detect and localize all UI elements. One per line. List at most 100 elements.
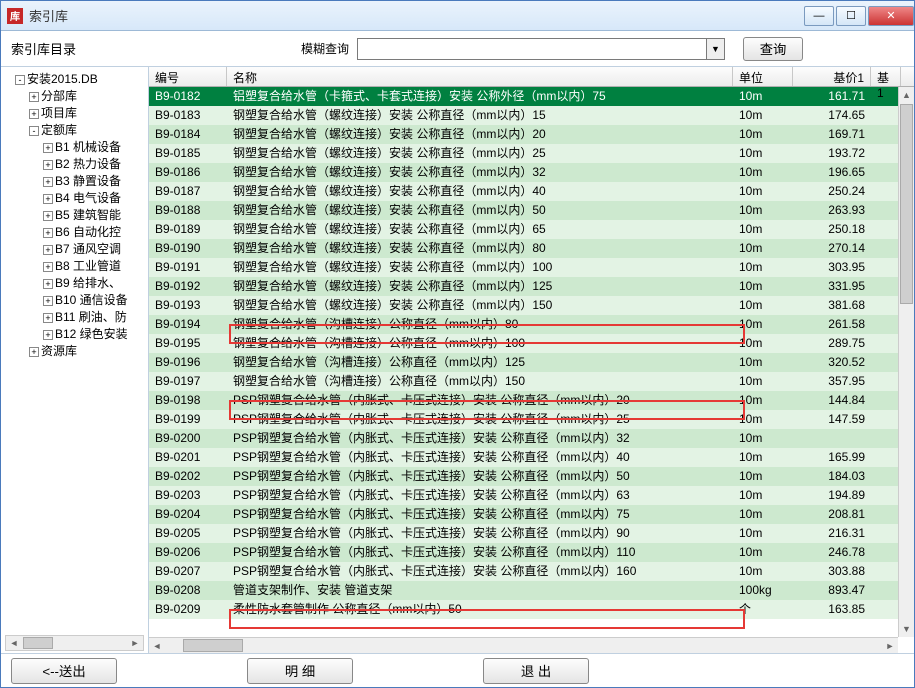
tree-node[interactable]: +B9 给排水、 bbox=[43, 275, 148, 292]
expand-icon[interactable]: + bbox=[43, 330, 53, 340]
table-row[interactable]: B9-0191钢塑复合给水管（螺纹连接）安装 公称直径（mm以内）10010m3… bbox=[149, 258, 914, 277]
cell-name: 钢塑复合给水管（沟槽连接）公称直径（mm以内）80 bbox=[227, 315, 733, 334]
tree-node[interactable]: +B11 刷油、防 bbox=[43, 309, 148, 326]
tree-node[interactable]: +资源库 bbox=[29, 343, 148, 360]
tree-node[interactable]: +B4 电气设备 bbox=[43, 190, 148, 207]
search-label: 模糊查询 bbox=[301, 40, 349, 57]
table-row[interactable]: B9-0186钢塑复合给水管（螺纹连接）安装 公称直径（mm以内）3210m19… bbox=[149, 163, 914, 182]
table-row[interactable]: B9-0183钢塑复合给水管（螺纹连接）安装 公称直径（mm以内）1510m17… bbox=[149, 106, 914, 125]
send-button[interactable]: <--送出 bbox=[11, 658, 117, 684]
scroll-left-icon[interactable]: ◄ bbox=[6, 636, 22, 650]
tree-node[interactable]: +分部库 bbox=[29, 88, 148, 105]
tree-node[interactable]: +B3 静置设备 bbox=[43, 173, 148, 190]
maximize-button[interactable]: ☐ bbox=[836, 6, 866, 26]
expand-icon[interactable]: + bbox=[43, 245, 53, 255]
search-dropdown-icon[interactable]: ▼ bbox=[707, 38, 725, 60]
table-row[interactable]: B9-0208管道支架制作、安装 管道支架100kg893.47 bbox=[149, 581, 914, 600]
cell-price: 196.65 bbox=[793, 163, 871, 182]
header-unit[interactable]: 单位 bbox=[733, 67, 793, 86]
cell-unit: 10m bbox=[733, 239, 793, 258]
table-row[interactable]: B9-0200PSP钢塑复合给水管（内胀式、卡压式连接）安装 公称直径（mm以内… bbox=[149, 429, 914, 448]
tree-root[interactable]: -安装2015.DB +分部库+项目库-定额库+B1 机械设备+B2 热力设备+… bbox=[15, 71, 148, 360]
expand-icon[interactable]: + bbox=[43, 177, 53, 187]
scroll-right-icon[interactable]: ► bbox=[882, 638, 898, 653]
table-row[interactable]: B9-0203PSP钢塑复合给水管（内胀式、卡压式连接）安装 公称直径（mm以内… bbox=[149, 486, 914, 505]
cell-last bbox=[871, 524, 901, 543]
cell-name: PSP钢塑复合给水管（内胀式、卡压式连接）安装 公称直径（mm以内）110 bbox=[227, 543, 733, 562]
grid-vscrollbar[interactable]: ▲ ▼ bbox=[898, 87, 914, 637]
minimize-button[interactable]: — bbox=[804, 6, 834, 26]
table-row[interactable]: B9-0189钢塑复合给水管（螺纹连接）安装 公称直径（mm以内）6510m25… bbox=[149, 220, 914, 239]
table-row[interactable]: B9-0190钢塑复合给水管（螺纹连接）安装 公称直径（mm以内）8010m27… bbox=[149, 239, 914, 258]
search-input[interactable] bbox=[357, 38, 707, 60]
table-row[interactable]: B9-0204PSP钢塑复合给水管（内胀式、卡压式连接）安装 公称直径（mm以内… bbox=[149, 505, 914, 524]
cell-price: 893.47 bbox=[793, 581, 871, 600]
expand-icon[interactable]: + bbox=[43, 160, 53, 170]
tree-node[interactable]: +B8 工业管道 bbox=[43, 258, 148, 275]
table-row[interactable]: B9-0202PSP钢塑复合给水管（内胀式、卡压式连接）安装 公称直径（mm以内… bbox=[149, 467, 914, 486]
table-row[interactable]: B9-0187钢塑复合给水管（螺纹连接）安装 公称直径（mm以内）4010m25… bbox=[149, 182, 914, 201]
tree-node[interactable]: +B2 热力设备 bbox=[43, 156, 148, 173]
table-row[interactable]: B9-0182铝塑复合给水管（卡箍式、卡套式连接）安装 公称外径（mm以内）75… bbox=[149, 87, 914, 106]
expand-icon[interactable]: + bbox=[29, 92, 39, 102]
grid-hscrollbar[interactable]: ◄ ► bbox=[149, 637, 898, 653]
cell-id: B9-0183 bbox=[149, 106, 227, 125]
expand-icon[interactable]: + bbox=[29, 347, 39, 357]
exit-button[interactable]: 退 出 bbox=[483, 658, 589, 684]
expand-icon[interactable]: + bbox=[43, 143, 53, 153]
table-row[interactable]: B9-0193钢塑复合给水管（螺纹连接）安装 公称直径（mm以内）15010m3… bbox=[149, 296, 914, 315]
expand-icon[interactable]: + bbox=[29, 109, 39, 119]
tree-node[interactable]: +B10 通信设备 bbox=[43, 292, 148, 309]
scroll-up-icon[interactable]: ▲ bbox=[899, 87, 914, 103]
tree-node[interactable]: +B1 机械设备 bbox=[43, 139, 148, 156]
header-last[interactable]: 基1 bbox=[871, 67, 901, 86]
table-row[interactable]: B9-0199PSP钢塑复合给水管（内胀式、卡压式连接）安装 公称直径（mm以内… bbox=[149, 410, 914, 429]
expand-icon[interactable]: + bbox=[43, 262, 53, 272]
tree-hscrollbar[interactable]: ◄ ► bbox=[5, 635, 144, 651]
expand-icon[interactable]: - bbox=[29, 126, 39, 136]
scroll-down-icon[interactable]: ▼ bbox=[899, 621, 914, 637]
tree-node[interactable]: +B5 建筑智能 bbox=[43, 207, 148, 224]
tree-node[interactable]: +项目库 bbox=[29, 105, 148, 122]
cell-price: 303.95 bbox=[793, 258, 871, 277]
table-row[interactable]: B9-0197钢塑复合给水管（沟槽连接）公称直径（mm以内）15010m357.… bbox=[149, 372, 914, 391]
cell-unit: 10m bbox=[733, 125, 793, 144]
table-row[interactable]: B9-0209柔性防水套管制作 公称直径（mm以内）50个163.85 bbox=[149, 600, 914, 619]
header-id[interactable]: 编号 bbox=[149, 67, 227, 86]
expand-icon[interactable]: + bbox=[43, 194, 53, 204]
expand-icon[interactable]: + bbox=[43, 228, 53, 238]
table-row[interactable]: B9-0201PSP钢塑复合给水管（内胀式、卡压式连接）安装 公称直径（mm以内… bbox=[149, 448, 914, 467]
table-row[interactable]: B9-0196钢塑复合给水管（沟槽连接）公称直径（mm以内）12510m320.… bbox=[149, 353, 914, 372]
table-row[interactable]: B9-0206PSP钢塑复合给水管（内胀式、卡压式连接）安装 公称直径（mm以内… bbox=[149, 543, 914, 562]
close-button[interactable]: ✕ bbox=[868, 6, 914, 26]
tree-node[interactable]: +B12 绿色安装 bbox=[43, 326, 148, 343]
table-row[interactable]: B9-0192钢塑复合给水管（螺纹连接）安装 公称直径（mm以内）12510m3… bbox=[149, 277, 914, 296]
table-row[interactable]: B9-0188钢塑复合给水管（螺纹连接）安装 公称直径（mm以内）5010m26… bbox=[149, 201, 914, 220]
table-row[interactable]: B9-0194钢塑复合给水管（沟槽连接）公称直径（mm以内）8010m261.5… bbox=[149, 315, 914, 334]
tree-node[interactable]: +B6 自动化控 bbox=[43, 224, 148, 241]
grid-body: B9-0182铝塑复合给水管（卡箍式、卡套式连接）安装 公称外径（mm以内）75… bbox=[149, 87, 914, 633]
table-row[interactable]: B9-0185钢塑复合给水管（螺纹连接）安装 公称直径（mm以内）2510m19… bbox=[149, 144, 914, 163]
table-row[interactable]: B9-0207PSP钢塑复合给水管（内胀式、卡压式连接）安装 公称直径（mm以内… bbox=[149, 562, 914, 581]
tree-node[interactable]: +B7 通风空调 bbox=[43, 241, 148, 258]
collapse-icon[interactable]: - bbox=[15, 75, 25, 85]
expand-icon[interactable]: + bbox=[43, 313, 53, 323]
scroll-thumb[interactable] bbox=[23, 637, 53, 649]
detail-button[interactable]: 明 细 bbox=[247, 658, 353, 684]
expand-icon[interactable]: + bbox=[43, 211, 53, 221]
expand-icon[interactable]: + bbox=[43, 296, 53, 306]
table-row[interactable]: B9-0205PSP钢塑复合给水管（内胀式、卡压式连接）安装 公称直径（mm以内… bbox=[149, 524, 914, 543]
scroll-right-icon[interactable]: ► bbox=[127, 636, 143, 650]
scroll-thumb[interactable] bbox=[900, 104, 913, 304]
cell-last bbox=[871, 315, 901, 334]
expand-icon[interactable]: + bbox=[43, 279, 53, 289]
search-button[interactable]: 查询 bbox=[743, 37, 803, 61]
scroll-thumb[interactable] bbox=[183, 639, 243, 652]
header-name[interactable]: 名称 bbox=[227, 67, 733, 86]
table-row[interactable]: B9-0195钢塑复合给水管（沟槽连接）公称直径（mm以内）10010m289.… bbox=[149, 334, 914, 353]
table-row[interactable]: B9-0184钢塑复合给水管（螺纹连接）安装 公称直径（mm以内）2010m16… bbox=[149, 125, 914, 144]
header-price1[interactable]: 基价1 bbox=[793, 67, 871, 86]
scroll-left-icon[interactable]: ◄ bbox=[149, 638, 165, 653]
tree-node[interactable]: -定额库 bbox=[29, 122, 148, 139]
table-row[interactable]: B9-0198PSP钢塑复合给水管（内胀式、卡压式连接）安装 公称直径（mm以内… bbox=[149, 391, 914, 410]
